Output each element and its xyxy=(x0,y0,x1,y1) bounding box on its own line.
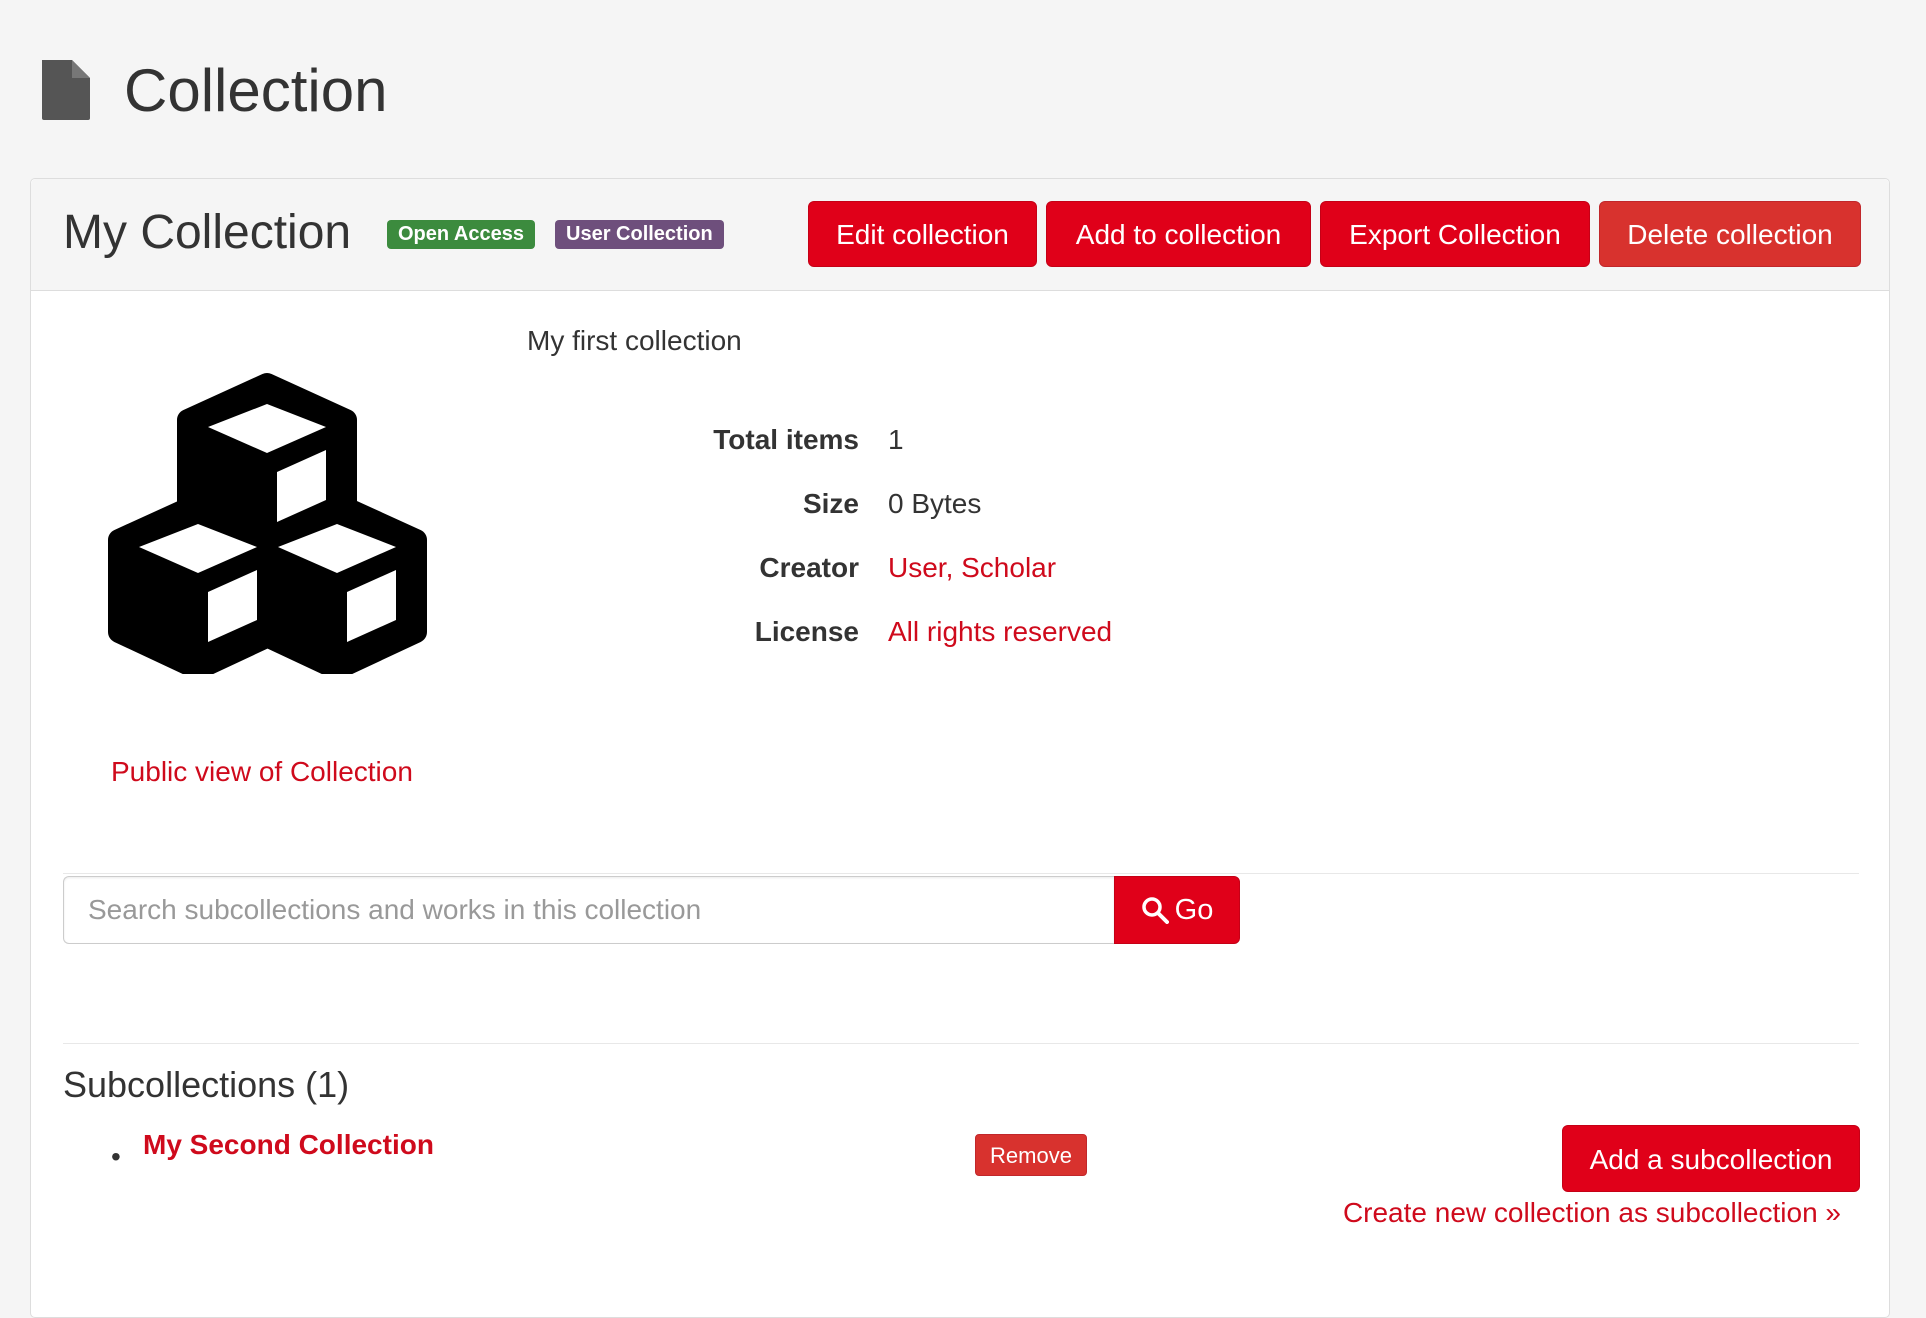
collection-title: My Collection xyxy=(63,206,352,259)
meta-label-total-items: Total items xyxy=(713,424,859,455)
meta-label-creator: Creator xyxy=(759,552,859,583)
search-input[interactable] xyxy=(63,876,1114,944)
panel-heading: My Collection Open Access User Collectio… xyxy=(31,179,1889,291)
divider xyxy=(63,873,1859,874)
public-view-link[interactable]: Public view of Collection xyxy=(111,756,413,788)
page-header: Collection xyxy=(38,50,387,130)
add-to-collection-button[interactable]: Add to collection xyxy=(1046,201,1311,267)
export-collection-button[interactable]: Export Collection xyxy=(1320,201,1590,267)
add-subcollection-button[interactable]: Add a subcollection xyxy=(1562,1125,1860,1192)
meta-value-size: 0 Bytes xyxy=(888,488,982,519)
remove-subcollection-button[interactable]: Remove xyxy=(975,1134,1087,1176)
create-subcollection-link[interactable]: Create new collection as subcollection » xyxy=(1343,1197,1841,1229)
search-icon xyxy=(1141,897,1169,924)
search-go-button[interactable]: Go xyxy=(1114,876,1240,944)
search-go-label: Go xyxy=(1174,893,1214,926)
list-bullet: • xyxy=(111,1141,121,1172)
meta-value-total-items: 1 xyxy=(888,424,904,455)
divider xyxy=(63,1043,1859,1044)
collection-description: My first collection xyxy=(527,325,742,356)
open-access-badge: Open Access xyxy=(387,220,535,249)
user-collection-badge: User Collection xyxy=(555,220,724,249)
cubes-icon xyxy=(108,373,427,674)
meta-label-license: License xyxy=(754,616,859,647)
meta-label-size: Size xyxy=(802,488,859,519)
subcollection-link[interactable]: My Second Collection xyxy=(143,1129,434,1161)
subcollections-heading: Subcollections (1) xyxy=(63,1064,350,1105)
creator-link[interactable]: User, Scholar xyxy=(888,552,1056,584)
page-title: Collection xyxy=(124,56,388,124)
edit-collection-button[interactable]: Edit collection xyxy=(808,201,1037,267)
license-link[interactable]: All rights reserved xyxy=(888,616,1112,648)
delete-collection-button[interactable]: Delete collection xyxy=(1599,201,1861,267)
file-icon xyxy=(42,60,90,120)
collection-panel: My Collection Open Access User Collectio… xyxy=(30,178,1890,1318)
